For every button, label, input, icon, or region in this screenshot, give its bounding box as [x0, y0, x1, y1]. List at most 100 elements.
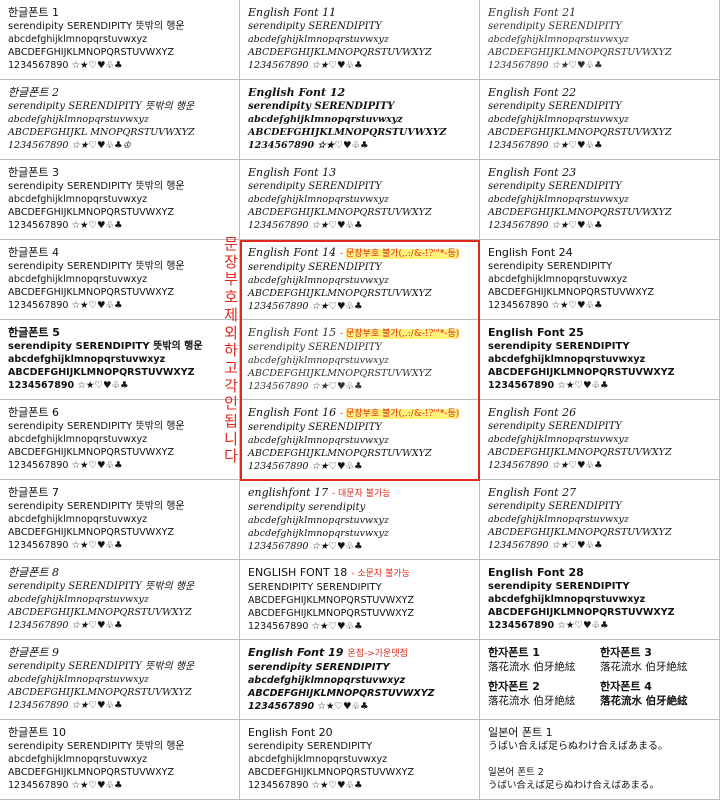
font-name: English Font 27 [488, 486, 577, 499]
font-sample-line: 1234567890 ☆★♡♥♧♣ [488, 220, 603, 231]
font-sample-line: serendipity SERENDIPITY [488, 581, 630, 592]
font-name: English Font 25 [488, 326, 584, 339]
font-title: English Font 14- 문장부호 불가(,.:/&-!?'"*-등) [248, 246, 473, 261]
font-sample-cell: 한글폰트 10 serendipity SERENDIPITY 뜻밖의 행운 abc… [0, 720, 240, 800]
font-sample-line: 1234567890 ☆★♡♥♧♣ [488, 300, 603, 311]
font-title: English Font 20 [248, 726, 473, 740]
font-name: English Font 14 [248, 246, 337, 259]
font-sample-line: 1234567890 ☆★♡♥♧♣ [8, 620, 123, 631]
font-name: 한글폰트 7 [8, 486, 59, 499]
vertical-note: 문장부호제외하고각인됩니다 [224, 235, 238, 466]
font-sample-line: serendipity SERENDIPITY [488, 181, 622, 192]
font-sample-line: serendipity SERENDIPITY [488, 421, 622, 432]
font-title: 한글폰트 5 [8, 326, 233, 340]
font-name: 한글폰트 1 [8, 6, 59, 19]
font-title: English Font 25 [488, 326, 713, 340]
font-title: English Font 19 온점->가운뎃점 [248, 646, 473, 661]
font-name: 한글폰트 8 [8, 566, 59, 579]
font-sample-line: serendipity SERENDIPITY [248, 181, 382, 192]
font-sample-line: abcdefghijklmnopqrstuvwxyz [8, 754, 148, 765]
font-sample-line: abcdefghijklmnopqrstuvwxyz [488, 514, 629, 525]
font-sample-line: 1234567890 ☆★♡♥♧♣ [488, 140, 603, 151]
font-sample-line: 1234567890 ☆★♡♥♧♣ [8, 380, 129, 391]
font-name: ENGLISH FONT 18 [248, 566, 348, 579]
font-sample-line: ABCDEFGHIJKLMNOPQRSTUVWXYZ [248, 288, 432, 299]
kanji-sample: 落花流水 伯牙絶絃 [488, 695, 576, 707]
font-sample-line: abcdefghijklmnopqrstuvwxyz [8, 434, 148, 445]
font-name: English Font 12 [248, 86, 346, 99]
font-name: English Font 24 [488, 246, 573, 259]
font-sample-cell: 한자폰트 1 落花流水 伯牙絶絃 한자폰트 3 落花流水 伯牙絶絃 한자폰트 2 落花流水… [480, 640, 720, 720]
font-sample-cell: 한글폰트 1 serendipity SERENDIPITY 뜻밖의 행운 abcd… [0, 0, 240, 80]
font-sample-line: 1234567890 ☆★♡♥♧♣ [488, 380, 609, 391]
font-title: English Font 15- 문장부호 불가(,.:/&-!?'"*-등) [248, 326, 473, 341]
font-sample-line: 1234567890 ☆★♡♥♧♣ [248, 301, 363, 312]
font-sample-line: serendipity SERENDIPITY [488, 501, 622, 512]
kanji-font-title: 한자폰트 4 [600, 680, 652, 693]
font-sample-line: serendipity SERENDIPITY [488, 21, 622, 32]
font-sample-line: serendipity SERENDIPITY [488, 261, 613, 272]
font-sample-line: serendipity SERENDIPITY 뜻밖의 행운 [8, 661, 195, 672]
font-sample-line: ABCDEFGHIJKLMNOPQRSTUVWXYZ [8, 287, 174, 298]
vertical-note-char: 장 [224, 252, 238, 271]
font-sample-cell: 한글폰트 2 serendipity SERENDIPITY 뜻밖의 행운 abcd… [0, 80, 240, 160]
font-name: English Font 22 [488, 86, 577, 99]
font-sample-cell: 한글폰트 6 serendipity SERENDIPITY 뜻밖의 행운 abcd… [0, 400, 240, 480]
font-sample-line: ABCDEFGHIJKLMNOPQRSTUVWXYZ [248, 608, 414, 619]
font-title: 한글폰트 1 [8, 6, 233, 20]
font-title: 한글폰트 9 [8, 646, 233, 660]
font-sample-line: ABCDEFGHIJKLMNOPQRSTUVWXYZ [8, 687, 192, 698]
restriction-note: - 대문자 불가능 [332, 489, 391, 499]
font-sample-line: ABCDEFGHIJKLMNOPQRSTUVWXYZ [8, 207, 174, 218]
font-sample-cell: 한글폰트 3 serendipity SERENDIPITY 뜻밖의 행운 abcd… [0, 160, 240, 240]
kanji-font-title: 한자폰트 3 [600, 646, 652, 659]
font-sample-line: 1234567890 ☆★♡♥♧♣ [488, 540, 603, 551]
font-sample-line: abcdefghijklmnopqrstuvwxyz [248, 675, 406, 686]
font-title: 한글폰트 8 [8, 566, 233, 580]
font-sample-line: 1234567890 ☆★♡♥♧♣ [8, 540, 123, 551]
font-sample-cell: 일본어 폰트 1 うばい合えば足らぬわけ合えばあまる。 일본어 폰트 2 うばい合え… [480, 720, 720, 800]
font-sample-line: abcdefghijklmnopqrstuvwxyz [248, 34, 389, 45]
font-sample-line: abcdefghijklmnopqrstuvwxyz [488, 194, 629, 205]
font-sample-line: 1234567890 ☆★♡♥♧♣ [248, 60, 363, 71]
font-name: English Font 19 [248, 646, 344, 659]
font-sample-cell: English Font 23 serendipity SERENDIPITY ab… [480, 160, 720, 240]
font-title: 한글폰트 7 [8, 486, 233, 500]
font-sample-line: 1234567890 ☆★♡♥♧♣ [248, 140, 369, 151]
font-sample-cell: 한글폰트 8 serendipity SERENDIPITY 뜻밖의 행운 abcd… [0, 560, 240, 640]
kanji-font-title: 한자폰트 2 [488, 680, 540, 693]
font-sample-line: serendipity SERENDIPITY [248, 342, 382, 353]
font-name: 일본어 폰트 1 [488, 726, 553, 739]
font-name: English Font 16 [248, 406, 337, 419]
font-sample-line: abcdefghijklmnopqrstuvwxyz [488, 274, 628, 285]
font-sample-line: abcdefghijklmnopqrstuvwxyz [248, 754, 388, 765]
font-sample-line: abcdefghijklmnopqrstuvwxyz [248, 114, 403, 125]
vertical-note-char: 외 [224, 323, 238, 342]
font-sample-cell: English Font 28 serendipity SERENDIPITY ab… [480, 560, 720, 640]
font-sample-line: ABCDEFGHIJKLMNOPQRSTUVWXYZ [488, 287, 654, 298]
font-sample-line: ABCDEFGHIJKLMNOPQRSTUVWXYZ [488, 207, 672, 218]
font-sample-line: abcdefghijklmnopqrstuvwxyz [488, 434, 629, 445]
font-title: English Font 21 [488, 6, 713, 20]
font-name: 한글폰트 10 [8, 726, 66, 739]
font-sample-line: 1234567890 ☆★♡♥♧♣ [8, 60, 123, 71]
font-sample-line: serendipity SERENDIPITY 뜻밖의 행운 [8, 101, 195, 112]
font-name: English Font 13 [248, 166, 337, 179]
font-sample-line: 1234567890 ☆★♡♥♧♣ [248, 220, 363, 231]
font-sample-line: 1234567890 ☆★♡♥♧♣ [248, 780, 363, 791]
font-sample-cell: English Font 16- 문장부호 불가(,.:/&-!?'"*-등) s… [240, 400, 480, 480]
font-sample-line: ABCDEFGHIJKLMNOPQRSTUVWXYZ [8, 527, 174, 538]
font-sample-line: 1234567890 ☆★♡♥♧♣ [488, 60, 603, 71]
font-sample-line: 1234567890 ☆★♡♥♧♣♔ [8, 140, 132, 151]
font-title: 한글폰트 6 [8, 406, 233, 420]
font-sample-line: serendipity SERENDIPITY [248, 21, 382, 32]
font-sample-line: ABCDEFGHIJKLMNOPQRSTUVWXYZ [488, 367, 675, 378]
vertical-note-char: 다 [224, 447, 238, 466]
font-sample-line: serendipity SERENDIPITY 뜻밖의 행운 [8, 21, 185, 32]
font-name: 한글폰트 2 [8, 86, 59, 99]
font-sample-cell: 한글폰트 5 serendipity SERENDIPITY 뜻밖의 행운 abcd… [0, 320, 240, 400]
vertical-note-char: 호 [224, 288, 238, 307]
font-sample-line: ABCDEFGHIJKLMNOPQRSTUVWXYZ [488, 47, 672, 58]
font-sample-cell: 한글폰트 4 serendipity SERENDIPITY 뜻밖의 행운 abcd… [0, 240, 240, 320]
restriction-note-text: 문장부호 불가(,.:/&-!?'"*-등) [345, 329, 460, 339]
